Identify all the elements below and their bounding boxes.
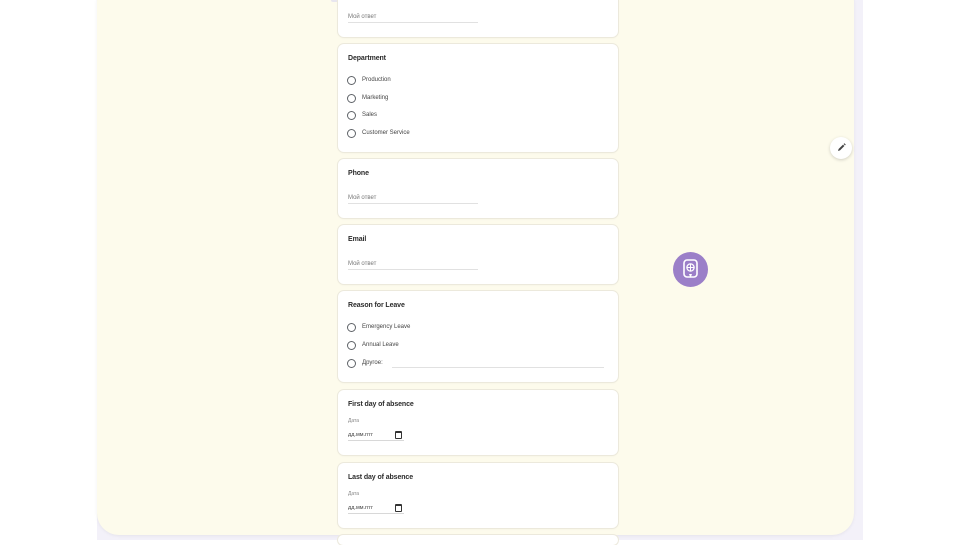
question-card-next (338, 535, 618, 545)
question-title: First day of absence (348, 401, 414, 408)
question-title: Department (348, 55, 386, 62)
radio-option[interactable]: Emergency Leave (347, 321, 410, 333)
question-card-last-day: Last day of absence Дата дд.мм.гггг (338, 463, 618, 528)
radio-option[interactable]: Marketing (347, 92, 388, 104)
date-placeholder: дд.мм.гггг (348, 432, 374, 438)
radio-button[interactable] (347, 322, 356, 332)
date-input[interactable]: дд.мм.гггг (348, 430, 404, 441)
question-card-email: Email Мой ответ (338, 225, 618, 284)
date-input[interactable]: дд.мм.гггг (348, 503, 404, 514)
option-label: Production (362, 77, 391, 83)
ai-chip-icon (683, 259, 698, 278)
question-card-phone: Phone Мой ответ (338, 159, 618, 218)
answer-field[interactable]: Мой ответ (348, 12, 478, 23)
option-label: Sales (362, 112, 378, 118)
option-label: Emergency Leave (362, 324, 411, 330)
radio-button[interactable] (347, 110, 356, 120)
other-text-input[interactable] (392, 367, 604, 368)
date-sub-label: Дата (348, 491, 360, 497)
question-title: Phone (348, 170, 369, 177)
radio-button[interactable] (347, 358, 356, 368)
question-title: Email (348, 236, 367, 243)
radio-option[interactable]: Customer Service (347, 127, 410, 139)
question-card-reason: Reason for Leave Emergency Leave Annual … (338, 291, 618, 382)
date-placeholder: дд.мм.гггг (348, 505, 374, 511)
radio-button[interactable] (347, 75, 356, 85)
radio-option[interactable]: Annual Leave (347, 339, 399, 351)
option-label: Customer Service (362, 130, 410, 136)
radio-button[interactable] (347, 340, 356, 350)
radio-option[interactable]: Production (347, 74, 391, 86)
option-label: Другое: (362, 360, 383, 366)
email-input[interactable]: Мой ответ (348, 259, 478, 270)
question-card-previous: Мой ответ (338, 0, 618, 37)
date-sub-label: Дата (348, 418, 360, 424)
pencil-icon (838, 143, 846, 151)
calendar-icon[interactable] (395, 431, 402, 439)
option-label: Annual Leave (362, 342, 399, 348)
radio-button[interactable] (347, 128, 356, 138)
radio-option[interactable]: Sales (347, 109, 377, 121)
question-title: Reason for Leave (348, 302, 405, 309)
radio-button[interactable] (347, 93, 356, 103)
question-card-first-day: First day of absence Дата дд.мм.гггг (338, 390, 618, 455)
radio-option-other[interactable]: Другое: (347, 357, 383, 369)
question-title: Last day of absence (348, 474, 414, 481)
question-card-department: Department Production Marketing Sales Cu… (338, 44, 618, 152)
edit-button[interactable] (830, 137, 852, 159)
option-label: Marketing (362, 95, 389, 101)
calendar-icon[interactable] (395, 504, 402, 512)
assistant-badge[interactable] (673, 252, 708, 287)
phone-input[interactable]: Мой ответ (348, 193, 478, 204)
